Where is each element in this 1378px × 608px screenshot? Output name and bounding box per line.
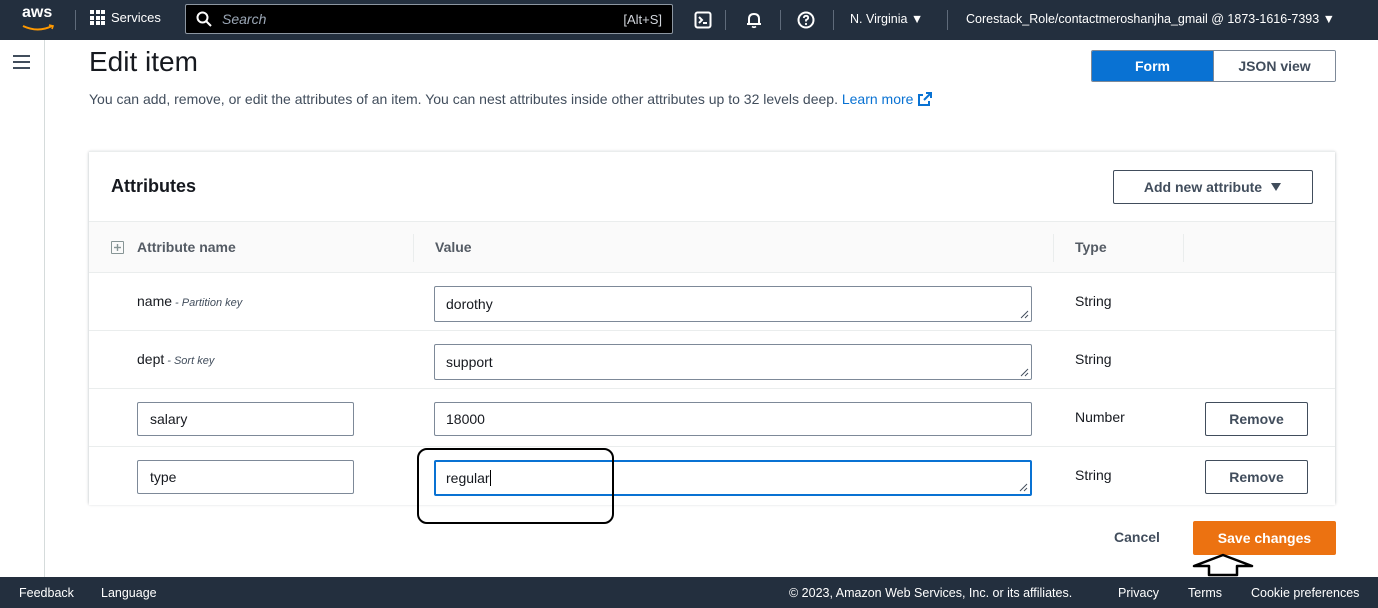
cancel-button[interactable]: Cancel: [1114, 529, 1160, 545]
resize-handle-icon[interactable]: [1019, 483, 1028, 492]
language-link[interactable]: Language: [101, 586, 157, 600]
column-divider: [1053, 234, 1054, 262]
table-row: salary 18000 Number Remove: [89, 389, 1335, 447]
top-navigation: aws Services Search [Alt+S] N. Virginia …: [0, 0, 1378, 40]
attributes-panel: Attributes Add new attribute Attribute n…: [89, 151, 1335, 505]
key-type-label: - Sort key: [167, 355, 215, 367]
bell-icon[interactable]: [743, 9, 765, 31]
attributes-heading: Attributes: [111, 176, 196, 196]
nav-divider: [75, 10, 76, 30]
view-toggle: Form JSON view: [1091, 50, 1336, 82]
attribute-name-input[interactable]: type: [137, 460, 354, 494]
table-row: dept - Sort key support String: [89, 331, 1335, 389]
add-new-attribute-label: Add new attribute: [1143, 179, 1263, 195]
key-type-label: - Partition key: [175, 297, 243, 309]
value-text: dorothy: [446, 296, 493, 312]
services-menu-button[interactable]: Services: [90, 10, 161, 25]
value-textarea[interactable]: support: [434, 344, 1032, 380]
save-changes-button[interactable]: Save changes: [1193, 521, 1336, 555]
resize-handle-icon[interactable]: [1020, 368, 1029, 377]
add-new-attribute-button[interactable]: Add new attribute: [1113, 170, 1313, 204]
description-text: You can add, remove, or edit the attribu…: [89, 91, 838, 107]
resize-handle-icon[interactable]: [1020, 310, 1029, 319]
column-header-type: Type: [1075, 239, 1107, 255]
cloudshell-icon[interactable]: [692, 9, 714, 31]
remove-button[interactable]: Remove: [1205, 460, 1308, 494]
highlight-annotation: [417, 448, 614, 524]
aws-logo[interactable]: aws: [22, 4, 58, 34]
terms-link[interactable]: Terms: [1188, 586, 1222, 600]
json-view-toggle[interactable]: JSON view: [1213, 51, 1335, 81]
side-navigation-rail: [0, 40, 45, 577]
value-textarea[interactable]: dorothy: [434, 286, 1032, 322]
cookie-preferences-link[interactable]: Cookie preferences: [1251, 586, 1359, 600]
attribute-name-label: dept - Sort key: [137, 351, 214, 367]
search-input[interactable]: Search [Alt+S]: [185, 4, 673, 34]
aws-smile-icon: [22, 24, 55, 31]
value-text: support: [446, 354, 493, 370]
privacy-link[interactable]: Privacy: [1118, 586, 1159, 600]
learn-more-link[interactable]: Learn more: [842, 91, 934, 107]
services-label: Services: [111, 10, 161, 25]
up-arrow-annotation-icon: [1192, 553, 1254, 577]
copyright-text: © 2023, Amazon Web Services, Inc. or its…: [789, 586, 1073, 600]
feedback-link[interactable]: Feedback: [19, 586, 74, 600]
type-label: String: [1075, 467, 1112, 483]
type-label: String: [1075, 293, 1112, 309]
external-link-icon: [918, 92, 933, 106]
aws-logo-text: aws: [22, 4, 53, 21]
table-header: Attribute name Value Type: [89, 221, 1335, 273]
column-divider: [413, 234, 414, 262]
help-icon[interactable]: [795, 9, 817, 31]
expand-all-icon[interactable]: [111, 241, 124, 254]
footer: Feedback Language © 2023, Amazon Web Ser…: [0, 577, 1378, 608]
column-divider: [1183, 234, 1184, 262]
nav-divider: [780, 10, 781, 30]
nav-divider: [725, 10, 726, 30]
attribute-name: name: [137, 293, 173, 309]
type-label: String: [1075, 351, 1112, 367]
nav-divider: [833, 10, 834, 30]
value-input[interactable]: 18000: [434, 402, 1032, 436]
type-label: Number: [1075, 409, 1125, 425]
column-header-value: Value: [435, 239, 472, 255]
page-title: Edit item: [89, 46, 198, 77]
menu-icon[interactable]: [13, 55, 30, 69]
account-menu[interactable]: Corestack_Role/contactmeroshanjha_gmail …: [966, 12, 1335, 26]
learn-more-label: Learn more: [841, 91, 914, 107]
form-view-toggle[interactable]: Form: [1092, 51, 1213, 81]
search-icon: [196, 11, 212, 27]
remove-button[interactable]: Remove: [1205, 402, 1308, 436]
grid-icon: [90, 10, 105, 25]
table-row: name - Partition key dorothy String: [89, 273, 1335, 331]
page-description: You can add, remove, or edit the attribu…: [89, 91, 933, 107]
value-text: 18000: [446, 411, 485, 427]
caret-down-icon: [1271, 183, 1282, 191]
attribute-name-label: name - Partition key: [137, 293, 242, 309]
region-selector[interactable]: N. Virginia ▼: [850, 12, 923, 26]
attribute-name-input[interactable]: salary: [137, 402, 354, 436]
search-hotkey: [Alt+S]: [623, 11, 662, 27]
attribute-name: dept: [137, 351, 165, 367]
table-row: type regular String Remove: [89, 447, 1335, 505]
search-placeholder: Search: [222, 11, 267, 27]
column-header-attribute-name: Attribute name: [137, 239, 236, 255]
nav-divider: [947, 10, 948, 30]
